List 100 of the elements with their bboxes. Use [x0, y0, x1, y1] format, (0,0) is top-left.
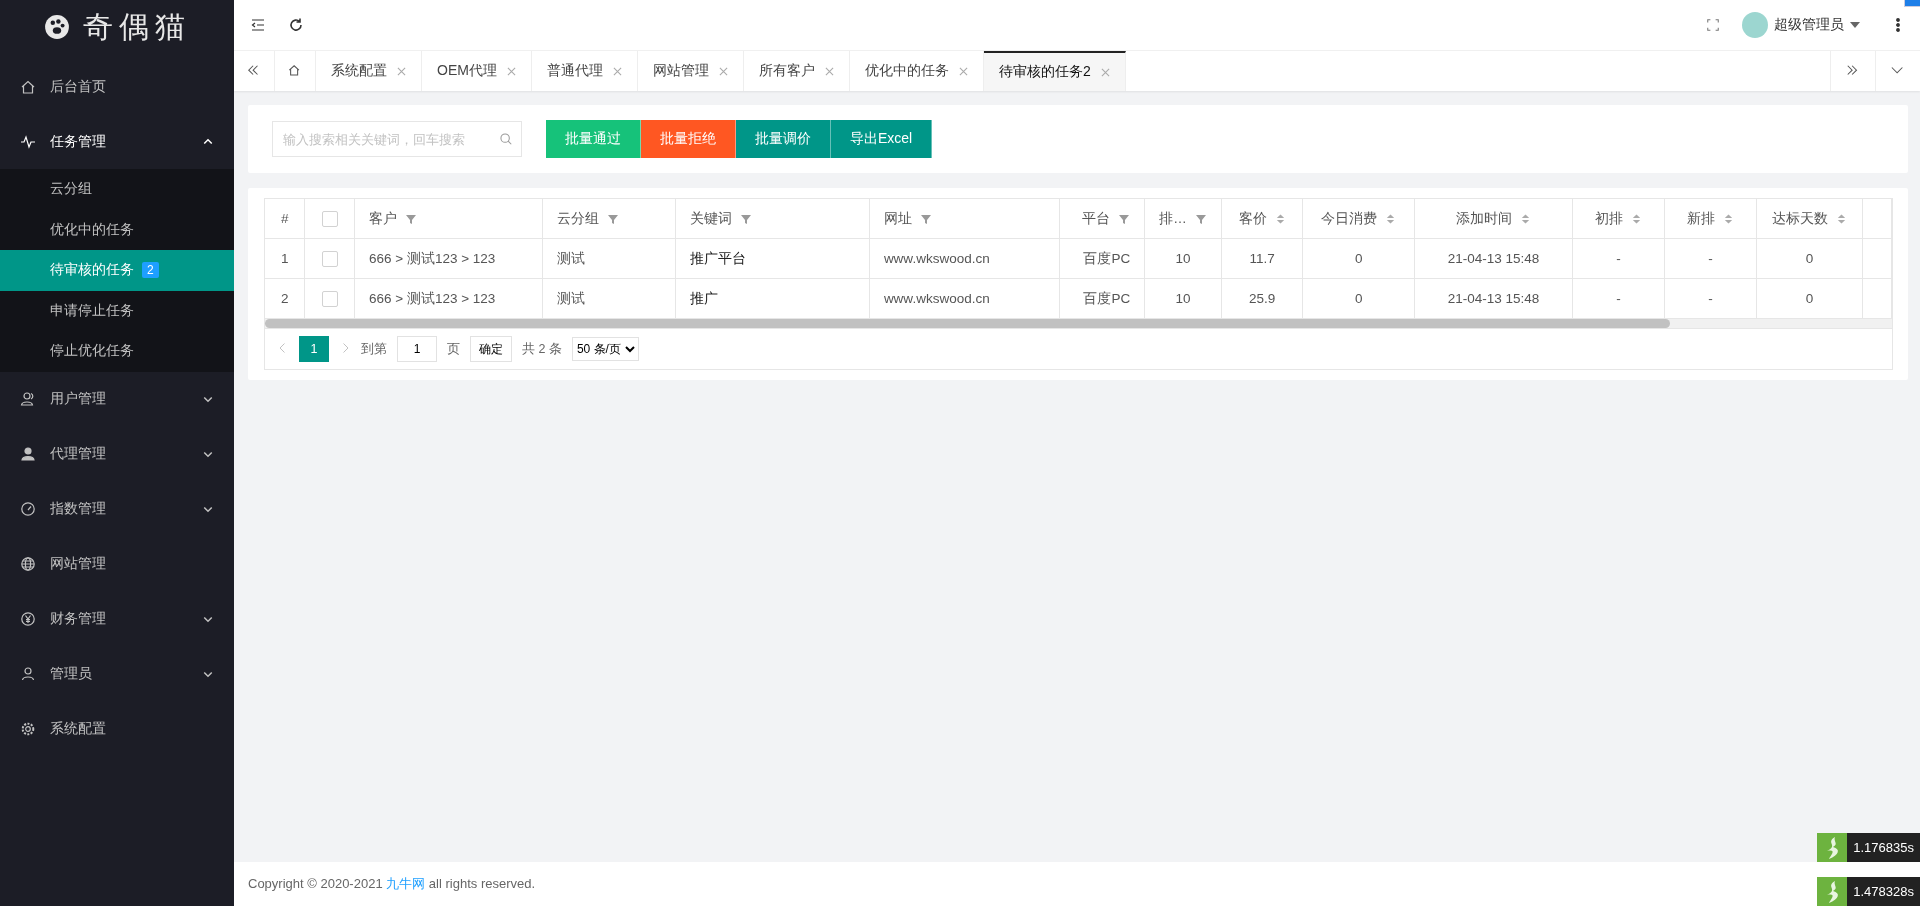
- filter-icon: [1194, 212, 1207, 225]
- table-cell: 测试: [557, 250, 586, 266]
- count-badge: 2: [142, 262, 159, 279]
- timer-value: 1.478328s: [1847, 877, 1920, 906]
- gear-icon: [20, 721, 36, 737]
- page-input[interactable]: 1: [397, 336, 437, 362]
- filter-icon: [405, 212, 417, 225]
- sidebar-item[interactable]: 任务管理: [0, 114, 234, 169]
- refresh-icon: [288, 17, 304, 33]
- caret-icon: [1850, 22, 1860, 28]
- column-header[interactable]: 初排: [1594, 209, 1642, 228]
- table-cell: -: [1708, 291, 1713, 306]
- page-unit: 页: [447, 340, 460, 358]
- column-header[interactable]: 今日消费: [1321, 209, 1397, 228]
- table-cell: 推广平台: [689, 250, 746, 266]
- table-cell: 0: [1354, 251, 1363, 266]
- column-header[interactable]: 客户: [369, 209, 417, 228]
- table-cell: 10: [1175, 251, 1191, 266]
- sidebar-item[interactable]: 系统配置: [0, 701, 234, 757]
- column-header[interactable]: 排…: [1159, 209, 1207, 228]
- sort-icon: [1630, 212, 1642, 225]
- confirm-button[interactable]: 确定: [470, 336, 512, 362]
- table-cell: 11.7: [1249, 251, 1275, 266]
- fullscreen-button[interactable]: [1706, 18, 1720, 32]
- close-icon[interactable]: [1100, 67, 1110, 77]
- action-button[interactable]: 批量调价: [736, 120, 831, 158]
- close-icon[interactable]: [397, 66, 406, 76]
- paw-icon: [43, 13, 71, 41]
- avatar: [1742, 12, 1768, 38]
- menu-toggle-button[interactable]: [250, 17, 266, 33]
- table-cell: www.wkswood.cn: [883, 291, 990, 306]
- sidebar-item[interactable]: 后台首页: [0, 59, 234, 114]
- checkbox[interactable]: [321, 290, 338, 307]
- table-cell: -: [1616, 291, 1621, 306]
- table-cell: 666 > 测试123 > 123: [369, 250, 496, 266]
- sidebar-item[interactable]: 财务管理: [0, 591, 234, 647]
- yen-icon: [20, 611, 36, 627]
- close-icon[interactable]: [824, 66, 834, 76]
- column-header[interactable]: 客价: [1238, 209, 1286, 228]
- table-cell: 0: [1805, 251, 1814, 266]
- sort-icon: [1274, 212, 1286, 225]
- table-cell: www.wkswood.cn: [883, 251, 990, 266]
- tab[interactable]: 网站管理: [637, 51, 744, 91]
- scrollbar[interactable]: [265, 319, 1892, 329]
- tab[interactable]: 优化中的任务: [849, 51, 984, 91]
- sidebar-item[interactable]: 代理管理: [0, 426, 234, 482]
- tab[interactable]: 普通代理: [531, 51, 638, 91]
- sort-icon: [1385, 212, 1397, 225]
- tab[interactable]: 系统配置: [316, 51, 422, 91]
- close-icon[interactable]: [958, 66, 968, 76]
- sidebar-item[interactable]: 指数管理: [0, 481, 234, 537]
- column-header[interactable]: 新排: [1686, 209, 1734, 228]
- action-button[interactable]: 导出Excel: [831, 120, 933, 158]
- table-cell: 百度PC: [1083, 290, 1131, 306]
- sidebar-subitem[interactable]: 停止优化任务: [0, 331, 234, 372]
- tab[interactable]: 所有客户: [743, 51, 850, 91]
- scroll-right-icon: [1846, 64, 1860, 78]
- sidebar-subitem[interactable]: 优化中的任务: [0, 209, 234, 250]
- home-tab-icon: [288, 64, 302, 78]
- tab[interactable]: OEM代理: [422, 51, 532, 91]
- page-size-select[interactable]: 50 条/页: [571, 337, 639, 361]
- sidebar-subitem[interactable]: 待审核的任务 2: [0, 250, 234, 291]
- filter-icon: [607, 212, 620, 225]
- user-menu[interactable]: 超级管理员: [1742, 12, 1860, 38]
- column-header[interactable]: 关键词: [689, 209, 752, 228]
- sidebar-item[interactable]: 网站管理: [0, 536, 234, 592]
- column-header[interactable]: 网址: [883, 209, 932, 228]
- table-cell: 百度PC: [1083, 250, 1131, 266]
- sidebar-subitem[interactable]: 云分组: [0, 169, 234, 210]
- column-header[interactable]: #: [280, 211, 289, 226]
- sidebar-item[interactable]: 管理员: [0, 646, 234, 702]
- column-header[interactable]: 云分组: [557, 209, 620, 228]
- close-icon[interactable]: [612, 66, 622, 76]
- sort-icon: [1519, 212, 1531, 225]
- column-header[interactable]: 平台: [1082, 209, 1131, 228]
- close-icon[interactable]: [718, 66, 728, 76]
- person-outline-icon: [20, 666, 36, 682]
- person-icon: [20, 446, 36, 462]
- column-header[interactable]: 添加时间: [1455, 209, 1531, 228]
- users-icon: [20, 391, 36, 407]
- table-cell: 21-04-13 15:48: [1447, 291, 1540, 306]
- tab[interactable]: 待审核的任务2: [983, 51, 1126, 91]
- total-count: 共 2 条: [522, 340, 562, 358]
- checkbox[interactable]: [321, 250, 338, 267]
- user-name: 超级管理员: [1774, 16, 1844, 34]
- sidebar-item[interactable]: 用户管理: [0, 371, 234, 427]
- table-cell: 1: [280, 251, 289, 266]
- table-cell: 25.9: [1248, 291, 1276, 306]
- home-icon: [20, 78, 36, 95]
- table-cell: 10: [1175, 291, 1191, 306]
- table-cell: 666 > 测试123 > 123: [369, 290, 496, 306]
- table-cell: 推广: [689, 290, 718, 306]
- globe-icon: [20, 556, 36, 572]
- refresh-button[interactable]: [288, 17, 304, 33]
- column-header[interactable]: 达标天数: [1771, 209, 1847, 228]
- filter-icon: [919, 212, 932, 225]
- sidebar-subitem[interactable]: 申请停止任务: [0, 290, 234, 331]
- page-button[interactable]: 1: [299, 336, 329, 362]
- close-icon[interactable]: [506, 66, 516, 76]
- checkbox[interactable]: [321, 210, 338, 227]
